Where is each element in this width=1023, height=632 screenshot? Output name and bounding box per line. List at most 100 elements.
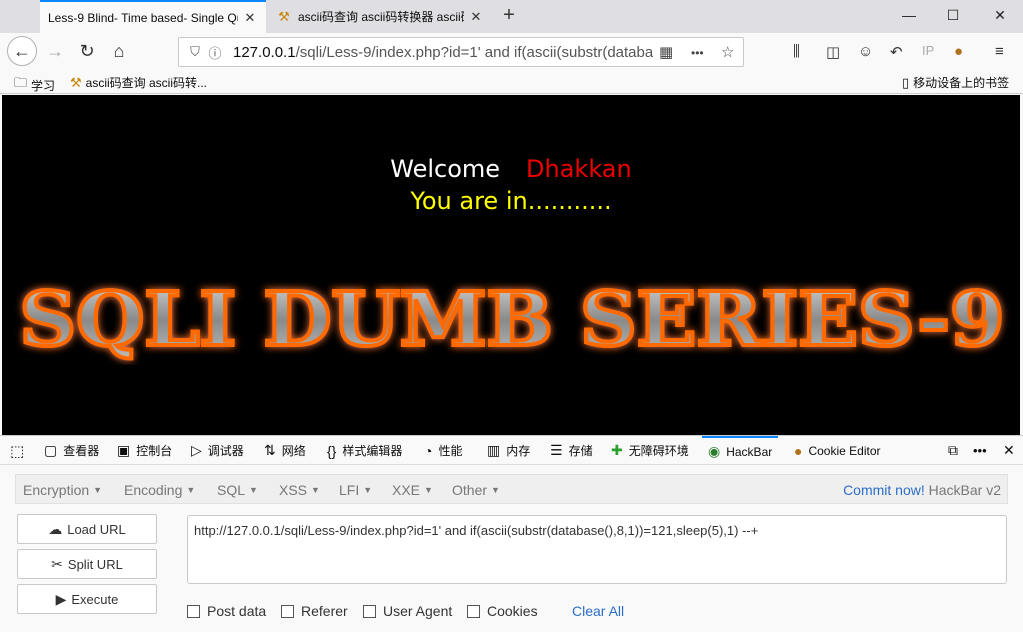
user-agent-checkbox[interactable] bbox=[363, 604, 376, 618]
commit-banner: Commit now! HackBar v2 bbox=[843, 482, 1001, 498]
tab-console[interactable]: ▣ 控制台 bbox=[117, 436, 172, 465]
tab-label: Less-9 Blind- Time based- Single Quotes-… bbox=[48, 10, 238, 25]
referer-option[interactable]: Referer bbox=[281, 603, 348, 619]
url-text[interactable]: 127.0.0.1/sqli/Less-9/index.php?id=1' an… bbox=[233, 44, 653, 61]
tab-label: 内存 bbox=[506, 444, 531, 458]
status-message: You are in........... bbox=[410, 187, 612, 215]
cookies-option[interactable]: Cookies bbox=[467, 603, 538, 619]
tab-label: ascii码查询 ascii码转换器 ascii码对照表 bbox=[298, 10, 464, 24]
menu-label: LFI bbox=[339, 482, 360, 498]
tab-accessibility[interactable]: ✚ 无障碍环境 bbox=[611, 436, 689, 465]
bookmark-folder-label: 学习 bbox=[31, 78, 56, 93]
menu-xxe[interactable]: XXE ▼ bbox=[392, 482, 433, 498]
cookies-checkbox[interactable] bbox=[467, 604, 480, 618]
info-icon[interactable]: ⓘ bbox=[205, 43, 225, 62]
referer-checkbox[interactable] bbox=[281, 604, 294, 618]
tools-icon: ⚒ bbox=[70, 74, 82, 90]
forward-button[interactable]: → bbox=[40, 36, 70, 66]
menu-lfi[interactable]: LFI ▼ bbox=[339, 482, 372, 498]
page-actions-button[interactable]: ••• bbox=[691, 46, 704, 60]
tab-cookie-editor[interactable]: ● Cookie Editor bbox=[794, 436, 881, 465]
menu-xss[interactable]: XSS ▼ bbox=[279, 482, 320, 498]
chevron-down-icon: ▼ bbox=[186, 485, 196, 495]
split-url-button[interactable]: ✂ Split URL bbox=[17, 549, 157, 579]
tab-debugger[interactable]: ▷ 调试器 bbox=[191, 436, 244, 465]
bookmark-folder[interactable]: 🗀 学习 bbox=[14, 74, 55, 96]
memory-icon: ▥ bbox=[487, 442, 501, 458]
hackbar-menubar: Encryption ▼ Encoding ▼ SQL ▼ XSS ▼ LFI ▼ XXE… bbox=[15, 474, 1008, 504]
tab-storage[interactable]: ☰ 存储 bbox=[550, 436, 593, 465]
url-textarea[interactable]: http://127.0.0.1/sqli/Less-9/index.php?i… bbox=[187, 515, 1007, 584]
tab-label: Cookie Editor bbox=[808, 443, 881, 458]
play-icon: ▶ bbox=[55, 590, 67, 607]
maximize-button[interactable]: ☐ bbox=[930, 0, 976, 30]
console-icon: ▣ bbox=[117, 442, 131, 458]
tab-label: 性能 bbox=[438, 444, 463, 458]
tab-hackbar[interactable]: ◉ HackBar bbox=[702, 436, 779, 465]
tab-network[interactable]: ⇅ 网络 bbox=[264, 436, 306, 465]
home-button[interactable]: ⌂ bbox=[104, 36, 134, 66]
close-tab-icon[interactable]: ✕ bbox=[242, 10, 258, 26]
network-icon: ⇅ bbox=[264, 442, 276, 458]
bookmark-ascii[interactable]: ⚒ ascii码查询 ascii码转... bbox=[70, 74, 207, 91]
bookmark-label: ascii码查询 ascii码转... bbox=[85, 76, 208, 90]
post-data-checkbox[interactable] bbox=[187, 604, 200, 618]
dock-icon[interactable]: ⧉ bbox=[948, 436, 958, 465]
menu-sql[interactable]: SQL ▼ bbox=[217, 482, 258, 498]
mobile-bookmarks-label: 移动设备上的书签 bbox=[913, 76, 1010, 90]
user-agent-option[interactable]: User Agent bbox=[363, 603, 452, 619]
library-icon[interactable]: ⫼ bbox=[793, 43, 800, 60]
title-banner-image: SQLI DUMB SERIES-9 bbox=[18, 275, 1007, 365]
tab-ascii[interactable]: ⚒ ascii码查询 ascii码转换器 ascii码对照表 ✕ bbox=[268, 0, 492, 33]
menu-label: Encryption bbox=[23, 482, 90, 498]
url-host: 127.0.0.1 bbox=[233, 43, 296, 61]
new-tab-button[interactable]: + bbox=[498, 5, 520, 27]
chevron-down-icon: ▼ bbox=[424, 485, 433, 495]
mobile-bookmarks[interactable]: ▯ 移动设备上的书签 bbox=[902, 74, 1009, 91]
tab-label: 存储 bbox=[568, 444, 593, 458]
minimize-button[interactable]: — bbox=[886, 0, 932, 30]
button-label: Execute bbox=[71, 591, 119, 607]
cloud-download-icon: ☁ bbox=[48, 520, 63, 537]
menu-encoding[interactable]: Encoding ▼ bbox=[124, 482, 195, 498]
shield-icon[interactable]: ⛉ bbox=[185, 44, 205, 60]
element-picker-icon[interactable]: ⬚ bbox=[10, 436, 24, 465]
clear-all-link[interactable]: Clear All bbox=[572, 603, 624, 619]
tab-label: 查看器 bbox=[63, 444, 100, 458]
sidebar-icon[interactable]: ◫ bbox=[826, 43, 840, 61]
back-button[interactable]: ← bbox=[7, 36, 37, 66]
reload-button[interactable]: ↻ bbox=[72, 36, 102, 66]
commit-link[interactable]: Commit now! bbox=[843, 482, 925, 498]
tab-performance[interactable]: ◔ 性能 bbox=[424, 436, 462, 465]
cookie-icon[interactable]: ● bbox=[954, 43, 963, 60]
chevron-down-icon: ▼ bbox=[311, 485, 320, 495]
performance-icon: ◔ bbox=[424, 442, 433, 459]
close-tab-icon[interactable]: ✕ bbox=[468, 9, 484, 25]
undo-icon[interactable]: ↶ bbox=[890, 43, 903, 61]
folder-icon: 🗀 bbox=[14, 75, 28, 90]
menu-other[interactable]: Other ▼ bbox=[452, 482, 500, 498]
close-devtools-icon[interactable]: ✕ bbox=[1003, 436, 1015, 465]
tab-strip: Less-9 Blind- Time based- Single Quotes-… bbox=[0, 0, 1023, 33]
tab-style-editor[interactable]: {} 样式编辑器 bbox=[327, 436, 402, 465]
tab-less9[interactable]: Less-9 Blind- Time based- Single Quotes-… bbox=[40, 0, 266, 33]
tab-memory[interactable]: ▥ 内存 bbox=[487, 436, 530, 465]
url-bar[interactable]: ⛉ ⓘ 127.0.0.1/sqli/Less-9/index.php?id=1… bbox=[178, 37, 744, 67]
qr-code-icon[interactable]: ▦ bbox=[659, 43, 673, 61]
execute-button[interactable]: ▶ Execute bbox=[17, 584, 157, 614]
load-url-button[interactable]: ☁ Load URL bbox=[17, 514, 157, 544]
ip-icon[interactable]: IP bbox=[922, 43, 934, 58]
menu-label: Other bbox=[452, 482, 488, 498]
url-path: /sqli/Less-9/index.php?id=1' and if(asci… bbox=[295, 43, 653, 61]
menu-icon[interactable]: ≡ bbox=[995, 43, 1004, 60]
menu-encryption[interactable]: Encryption ▼ bbox=[23, 482, 102, 498]
tab-inspector[interactable]: ▢ 查看器 bbox=[44, 436, 99, 465]
option-label: Post data bbox=[207, 603, 267, 619]
bookmark-star-icon[interactable]: ☆ bbox=[721, 43, 734, 61]
avatar[interactable]: ☺ bbox=[858, 43, 873, 60]
post-data-option[interactable]: Post data bbox=[187, 603, 266, 619]
welcome-text: Welcome bbox=[390, 155, 501, 183]
close-window-button[interactable]: ✕ bbox=[977, 0, 1023, 30]
devtools-menu-icon[interactable]: ••• bbox=[973, 436, 987, 465]
option-label: Referer bbox=[301, 603, 348, 619]
